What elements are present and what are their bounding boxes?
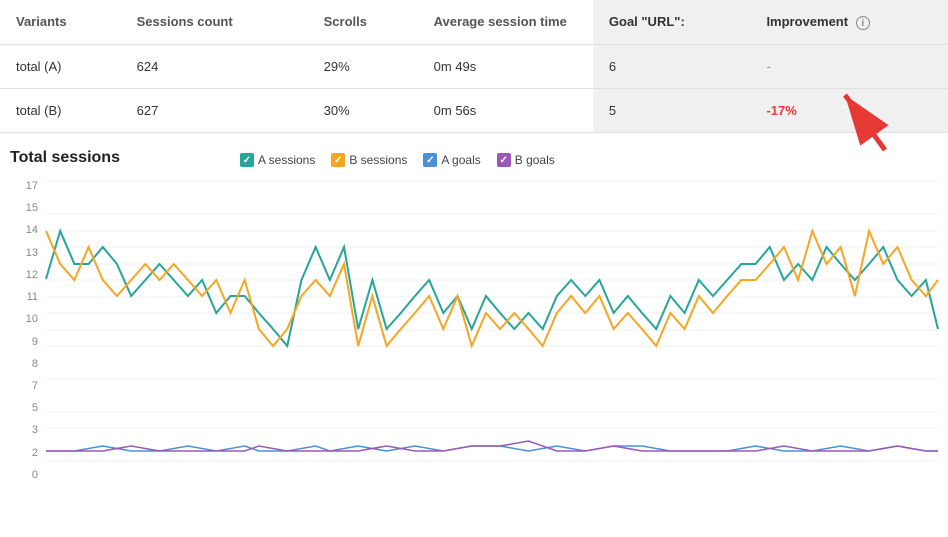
cell-avgtime-b: 0m 56s bbox=[418, 89, 593, 133]
col-sessions: Sessions count bbox=[121, 0, 308, 45]
cell-goal-a: 6 bbox=[593, 45, 751, 89]
legend-b-sessions: ✓ B sessions bbox=[331, 153, 407, 167]
cell-improvement-a: - bbox=[750, 45, 948, 89]
b-sessions-line bbox=[46, 231, 938, 346]
cell-scrolls-b: 30% bbox=[308, 89, 418, 133]
legend-check-a-sessions: ✓ bbox=[240, 153, 254, 167]
col-improvement: Improvement i bbox=[750, 0, 948, 45]
legend-a-sessions: ✓ A sessions bbox=[240, 153, 315, 167]
cell-sessions-a: 624 bbox=[121, 45, 308, 89]
legend-check-a-goals: ✓ bbox=[423, 153, 437, 167]
cell-variant-a: total (A) bbox=[0, 45, 121, 89]
cell-avgtime-a: 0m 49s bbox=[418, 45, 593, 89]
table-row: total (A) 624 29% 0m 49s 6 - bbox=[0, 45, 948, 89]
y-axis: 0 2 3 5 7 8 9 10 11 12 13 14 15 17 bbox=[18, 181, 42, 481]
chart-canvas: 0 2 3 5 7 8 9 10 11 12 13 14 15 17 bbox=[18, 181, 938, 481]
col-goal: Goal "URL": bbox=[593, 0, 751, 45]
col-scrolls: Scrolls bbox=[308, 0, 418, 45]
legend-check-b-sessions: ✓ bbox=[331, 153, 345, 167]
legend-b-goals: ✓ B goals bbox=[497, 153, 555, 167]
legend-check-b-goals: ✓ bbox=[497, 153, 511, 167]
cell-sessions-b: 627 bbox=[121, 89, 308, 133]
cell-goal-b: 5 bbox=[593, 89, 751, 133]
chart-section: Total sessions ✓ A sessions ✓ B sessions… bbox=[0, 133, 948, 491]
chart-plot bbox=[46, 181, 938, 461]
data-table: Variants Sessions count Scrolls Average … bbox=[0, 0, 948, 133]
table-row: total (B) 627 30% 0m 56s 5 -17% bbox=[0, 89, 948, 133]
red-arrow bbox=[830, 85, 900, 158]
chart-title: Total sessions bbox=[10, 149, 120, 167]
cell-variant-b: total (B) bbox=[0, 89, 121, 133]
chart-legend: ✓ A sessions ✓ B sessions ✓ A goals ✓ B … bbox=[240, 153, 555, 167]
cell-scrolls-a: 29% bbox=[308, 45, 418, 89]
info-icon[interactable]: i bbox=[856, 16, 870, 30]
legend-a-goals: ✓ A goals bbox=[423, 153, 480, 167]
b-goals-line bbox=[46, 441, 938, 451]
col-avg-time: Average session time bbox=[418, 0, 593, 45]
a-sessions-line bbox=[46, 231, 938, 346]
col-variants: Variants bbox=[0, 0, 121, 45]
